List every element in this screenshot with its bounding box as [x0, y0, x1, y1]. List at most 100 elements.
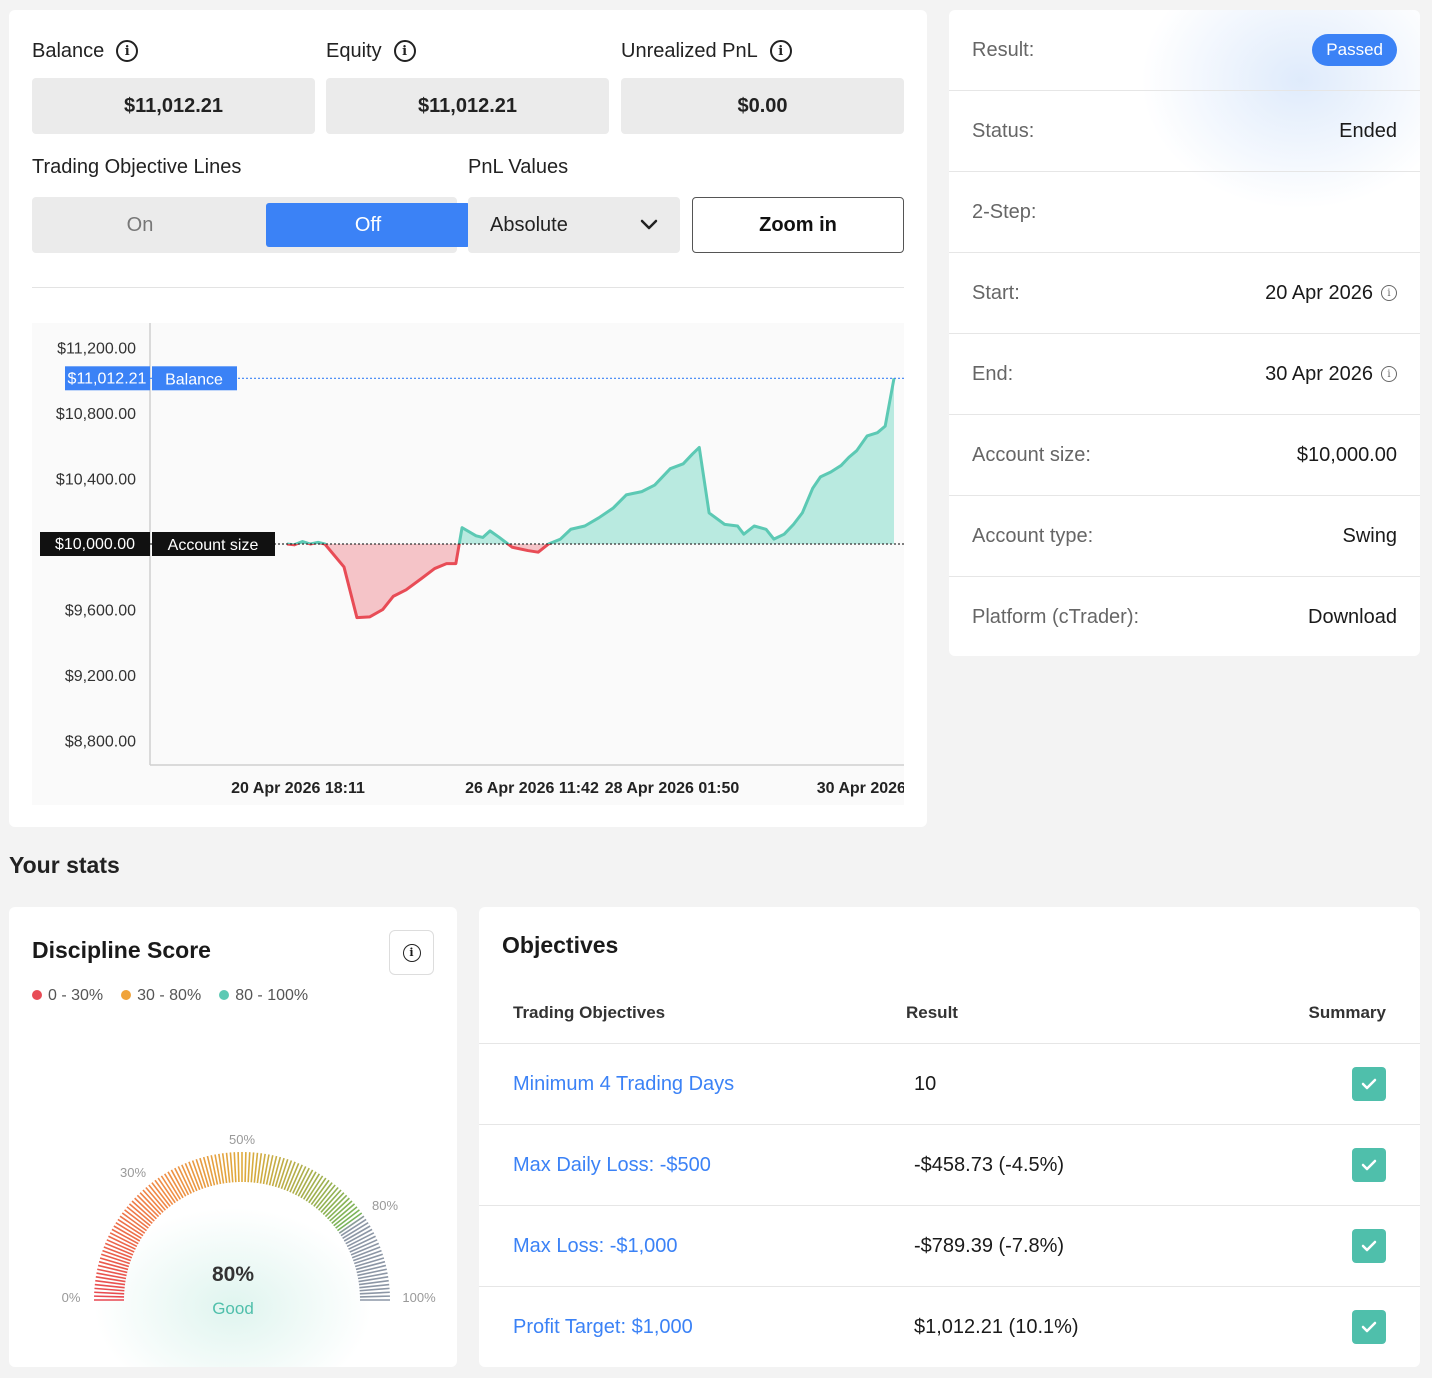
info-row-key: 2-Step:: [972, 200, 1037, 223]
objective-row: Profit Target: $1,000 $1,012.21 (10.1%): [479, 1286, 1420, 1367]
gauge-label: 30%: [120, 1165, 146, 1180]
gauge-tick: [233, 1152, 237, 1183]
info-icon[interactable]: i: [1381, 366, 1397, 382]
objective-lines-toggle: On Off: [32, 197, 470, 253]
gauge-tick: [94, 1291, 125, 1295]
info-row-value: Swing: [1343, 525, 1397, 548]
info-row-key: Account size:: [972, 443, 1091, 466]
gauge-tick: [113, 1225, 141, 1242]
gauge-tick: [343, 1225, 371, 1242]
gauge-tick: [250, 1152, 255, 1183]
y-tick-label: $8,800.00: [65, 733, 136, 750]
gauge-tick: [225, 1152, 231, 1183]
objective-lines-label: Trading Objective Lines: [32, 156, 242, 178]
objective-name-link[interactable]: Max Loss: -$1,000: [513, 1206, 678, 1287]
zoom-in-button[interactable]: Zoom in: [692, 197, 904, 253]
your-stats-heading: Your stats: [9, 852, 120, 878]
info-row-key: Platform (cTrader):: [972, 605, 1140, 628]
info-row-value: 30 Apr 2026 i: [1265, 363, 1397, 386]
balance-level-label: Balance: [165, 371, 223, 388]
gauge-tick: [253, 1152, 259, 1183]
objective-result: -$789.39 (-7.8%): [914, 1235, 1065, 1257]
info-row-value: Ended: [1339, 120, 1397, 143]
objective-name-link[interactable]: Max Daily Loss: -$500: [513, 1125, 711, 1206]
x-tick-label: 28 Apr 2026 01:50: [605, 780, 740, 797]
gauge-tick: [268, 1155, 278, 1186]
pnl-values-label: PnL Values: [468, 156, 569, 178]
gauge-tick: [229, 1152, 234, 1183]
info-row-value-text: Download: [1308, 605, 1397, 628]
y-tick-label: $9,600.00: [65, 602, 136, 619]
toggle-off-option[interactable]: Off: [266, 203, 470, 247]
objective-name-link[interactable]: Minimum 4 Trading Days: [513, 1044, 734, 1125]
y-tick-label: $11,200.00: [57, 341, 136, 358]
x-tick-label: 26 Apr 2026 11:42: [465, 780, 599, 797]
account-size-value: $10,000.00: [55, 536, 135, 553]
balance-info-icon[interactable]: i: [116, 40, 139, 62]
info-icon[interactable]: i: [1381, 285, 1397, 301]
legend-dot-mid: [121, 990, 132, 1000]
info-row-value: $10,000.00: [1297, 444, 1397, 467]
gauge-tick: [94, 1287, 125, 1292]
gauge-tick: [237, 1152, 240, 1183]
y-tick-label: $9,200.00: [65, 668, 136, 685]
account-info-card: Result: Passed Status: Ended 2-Step: Start: 20…: [949, 10, 1420, 656]
objective-row: Minimum 4 Trading Days 10: [479, 1043, 1420, 1124]
discipline-legend: 0 - 30% 30 - 80% 80 - 100%: [32, 987, 308, 1005]
objective-result: 10: [914, 1073, 937, 1095]
result-badge: Passed: [1312, 34, 1397, 66]
objective-passed-check-icon: [1352, 1310, 1386, 1344]
gauge-tick: [359, 1287, 390, 1292]
objective-passed-check-icon: [1352, 1229, 1386, 1263]
account-size-label: Account size: [168, 537, 259, 554]
info-row: Start: 20 Apr 2026 i: [949, 253, 1420, 334]
info-row-key: Start:: [972, 281, 1020, 304]
objectives-header-summary: Summary: [1308, 1003, 1386, 1022]
legend-label-high: 80 - 100%: [235, 987, 309, 1004]
info-row-key: Result:: [972, 38, 1035, 61]
info-row-value-text: $10,000.00: [1296, 443, 1397, 466]
gauge-label: 50%: [229, 1132, 255, 1147]
info-row: Status: Ended: [949, 91, 1420, 172]
objectives-header-result: Result: [906, 1003, 958, 1022]
objective-name-link[interactable]: Profit Target: $1,000: [513, 1287, 693, 1368]
chevron-down-icon: [640, 219, 658, 230]
info-row-key: End:: [972, 362, 1014, 385]
info-row-value: Passed: [1312, 34, 1397, 66]
balance-level-value: $11,012.21: [68, 370, 147, 387]
controls-divider: [32, 287, 904, 288]
info-row: Account size: $10,000.00: [949, 415, 1420, 496]
legend-dot-high: [219, 990, 230, 1000]
unrealized-pnl-value: $0.00: [621, 78, 904, 134]
unrealized-pnl-info-icon[interactable]: i: [769, 40, 792, 62]
chart-card: Balance i $11,012.21 Equity i $11,012.21…: [9, 10, 927, 827]
legend-label-mid: 30 - 80%: [137, 987, 202, 1004]
objective-result: $1,012.21 (10.1%): [914, 1316, 1079, 1338]
y-tick-label: $10,400.00: [56, 472, 136, 489]
legend-item-low: 0 - 30%: [32, 987, 103, 1005]
info-row: Platform (cTrader): Download: [949, 577, 1420, 656]
legend-item-mid: 30 - 80%: [121, 987, 201, 1005]
toggle-on-option[interactable]: On: [38, 203, 242, 247]
info-row-value-text: Swing: [1342, 524, 1397, 547]
objective-row: Max Daily Loss: -$500 -$458.73 (-4.5%): [479, 1124, 1420, 1205]
discipline-info-button[interactable]: i: [389, 930, 434, 975]
info-row: Account type: Swing: [949, 496, 1420, 577]
objective-row: Max Loss: -$1,000 -$789.39 (-7.8%): [479, 1205, 1420, 1286]
gauge-tick: [206, 1155, 216, 1186]
info-row: 2-Step:: [949, 172, 1420, 253]
chart-background: [32, 323, 904, 805]
info-row-value[interactable]: Download: [1308, 606, 1397, 629]
objective-passed-check-icon: [1352, 1148, 1386, 1182]
pnl-values-select[interactable]: Absolute: [468, 197, 680, 253]
gauge-tick: [247, 1152, 251, 1183]
balance-label-text: Balance: [32, 39, 105, 62]
gauge-tick: [244, 1152, 247, 1183]
y-tick-label: $10,800.00: [56, 406, 136, 423]
x-tick-label: 30 Apr 2026 0: [817, 780, 904, 797]
equity-info-icon[interactable]: i: [393, 40, 416, 62]
balance-chart[interactable]: $11,200.00 $10,800.00 $10,400.00 $9,600.00 $…: [32, 323, 904, 805]
info-row-value-text: Ended: [1339, 119, 1397, 142]
gauge-tick: [300, 1171, 317, 1199]
info-row-value-text: 30 Apr 2026: [1265, 362, 1373, 385]
